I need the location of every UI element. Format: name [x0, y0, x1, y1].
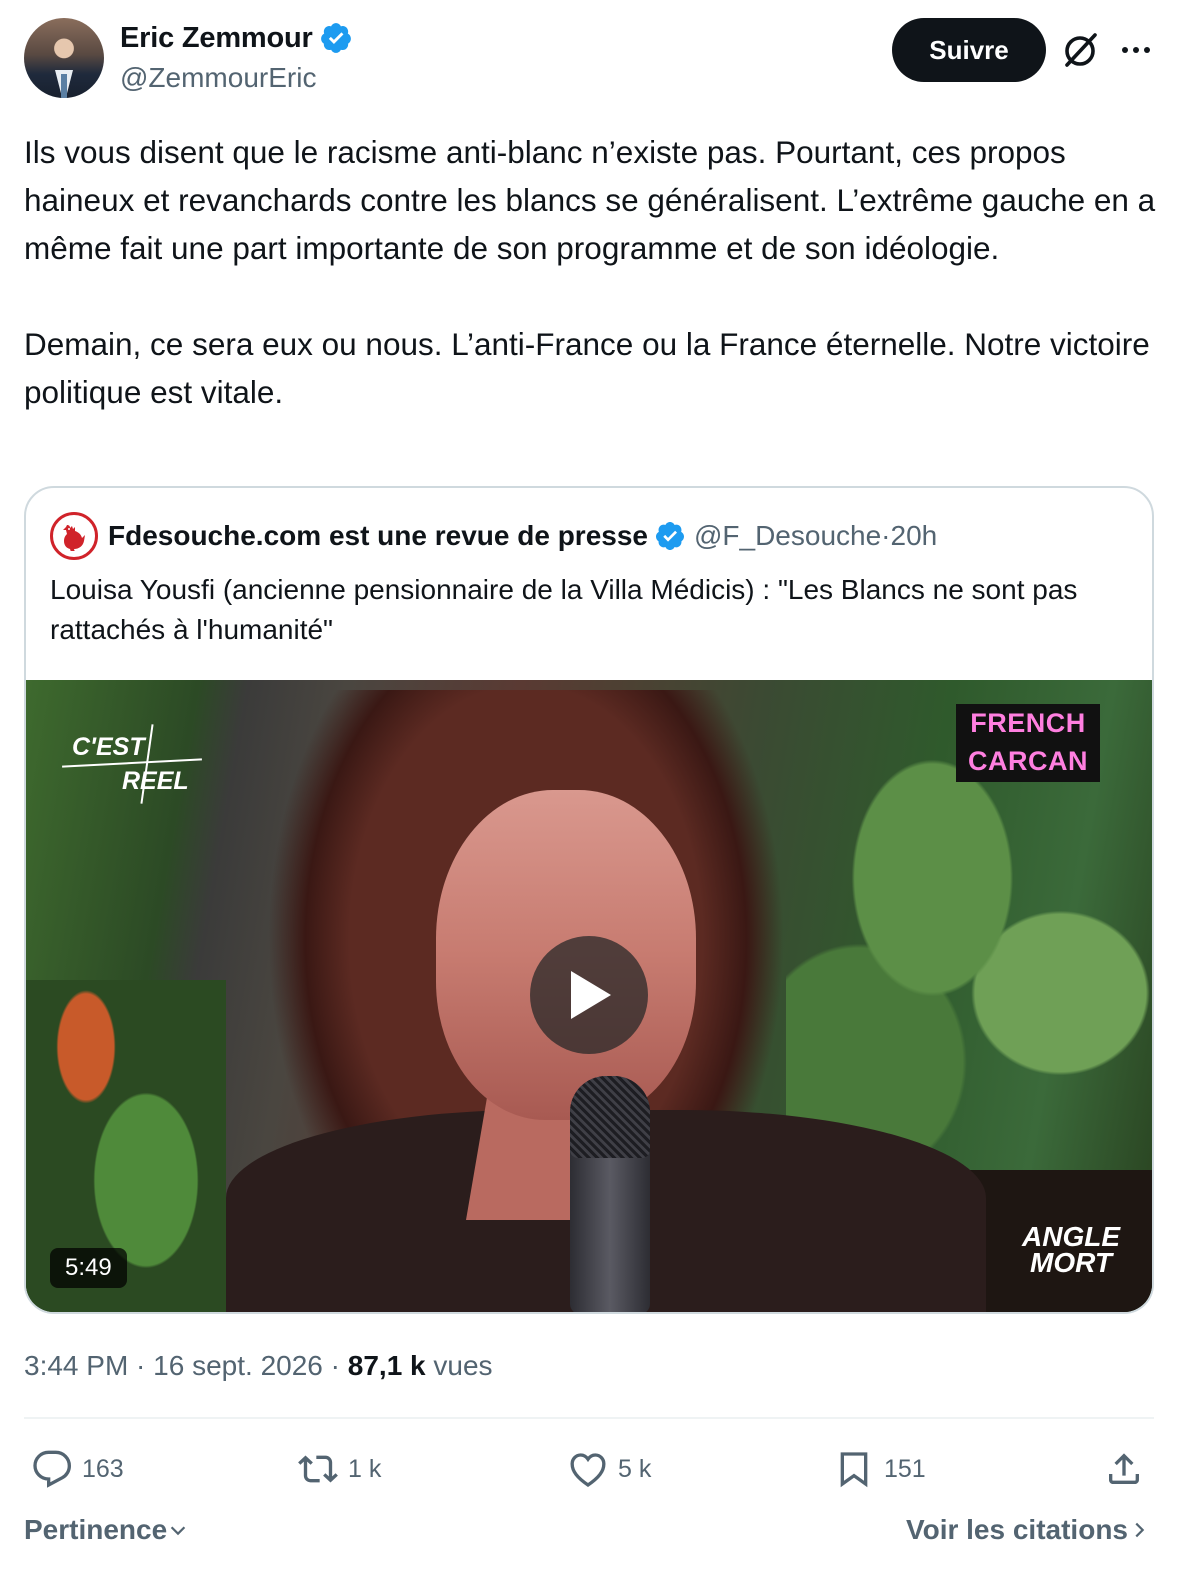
rooster-icon — [63, 525, 85, 551]
play-icon — [571, 971, 611, 1019]
french-carcan-logo: FRENCH CARCAN — [956, 704, 1100, 782]
verified-badge-icon — [655, 522, 684, 550]
follow-button[interactable]: Suivre — [892, 18, 1046, 82]
cest-reel-logo-line2: REEL — [122, 767, 189, 795]
action-bar: 163 1 k 5 k 151 — [24, 1444, 1154, 1494]
view-quotes-label: Voir les citations — [906, 1514, 1128, 1545]
author-avatar[interactable] — [24, 18, 104, 98]
french-carcan-logo-line2: CARCAN — [968, 746, 1088, 776]
quoted-separator: · — [881, 520, 891, 551]
share-button[interactable] — [1104, 1444, 1154, 1494]
bookmark-icon — [840, 1452, 868, 1488]
play-button[interactable] — [530, 936, 648, 1054]
view-quotes-link[interactable]: Voir les citations — [906, 1510, 1150, 1550]
meta-separator: · — [322, 1350, 348, 1381]
quoted-time[interactable]: 20h — [891, 520, 938, 552]
repost-icon — [298, 1455, 338, 1483]
tweet-text: Ils vous disent que le racisme anti-blan… — [24, 134, 1156, 410]
angle-mort-logo-line2: MORT — [1030, 1247, 1112, 1278]
quoted-author-handle[interactable]: @F_Desouche — [694, 520, 881, 552]
share-icon — [1109, 1453, 1139, 1484]
quoted-author-avatar[interactable] — [50, 512, 98, 560]
views-count: 87,1 k — [347, 1350, 426, 1381]
reply-icon — [33, 1450, 72, 1488]
quoted-tweet-text: Louisa Yousfi (ancienne pensionnaire de … — [50, 574, 1078, 645]
chevron-right-icon — [1135, 1522, 1145, 1538]
verified-badge-icon — [320, 23, 351, 53]
like-button[interactable]: 5 k — [568, 1444, 651, 1494]
reply-button[interactable]: 163 — [32, 1444, 124, 1494]
author-name-row: Eric Zemmour — [120, 20, 353, 56]
tweet-meta: 3:44 PM · 16 sept. 2026 · 87,1 k vues — [24, 1346, 493, 1386]
bookmark-count: 151 — [884, 1454, 926, 1483]
chevron-down-icon — [170, 1526, 186, 1536]
sort-label: Pertinence — [24, 1514, 168, 1545]
video-duration: 5:49 — [50, 1248, 127, 1288]
tweet-date[interactable]: 16 sept. 2026 — [153, 1350, 323, 1381]
sort-dropdown[interactable]: Pertinence — [24, 1510, 189, 1550]
tweet-time[interactable]: 3:44 PM — [24, 1350, 128, 1381]
repost-button[interactable]: 1 k — [298, 1444, 381, 1494]
views-label: vues — [425, 1350, 493, 1381]
like-count: 5 k — [618, 1454, 652, 1483]
quoted-tweet[interactable]: Fdesouche.com est une revue de presse @F… — [24, 486, 1154, 1314]
video-player[interactable]: C'EST REEL FRENCH CARCAN ANGLE MORT 5:49 — [26, 680, 1152, 1312]
angle-mort-logo: ANGLE MORT — [1016, 1223, 1126, 1278]
divider — [24, 1417, 1154, 1419]
reply-count: 163 — [82, 1454, 124, 1483]
more-icon[interactable] — [1118, 32, 1154, 68]
heart-icon — [570, 1453, 606, 1488]
microphone-image — [570, 1076, 650, 1312]
tweet-header: Eric Zemmour @ZemmourEric Suivre — [24, 18, 1162, 100]
author-handle[interactable]: @ZemmourEric — [120, 62, 316, 94]
french-carcan-logo-line1: FRENCH — [970, 708, 1086, 738]
grok-icon[interactable] — [1060, 30, 1100, 70]
cest-reel-logo-line1: C'EST — [72, 733, 145, 761]
cest-reel-logo: C'EST REEL — [62, 724, 202, 804]
bookmark-button[interactable]: 151 — [834, 1444, 926, 1494]
quoted-tweet-header: Fdesouche.com est une revue de presse @F… — [50, 510, 937, 562]
repost-count: 1 k — [348, 1454, 382, 1483]
author-name[interactable]: Eric Zemmour — [120, 22, 313, 55]
quoted-author-name[interactable]: Fdesouche.com est une revue de presse — [108, 520, 648, 552]
meta-separator: · — [128, 1350, 154, 1381]
